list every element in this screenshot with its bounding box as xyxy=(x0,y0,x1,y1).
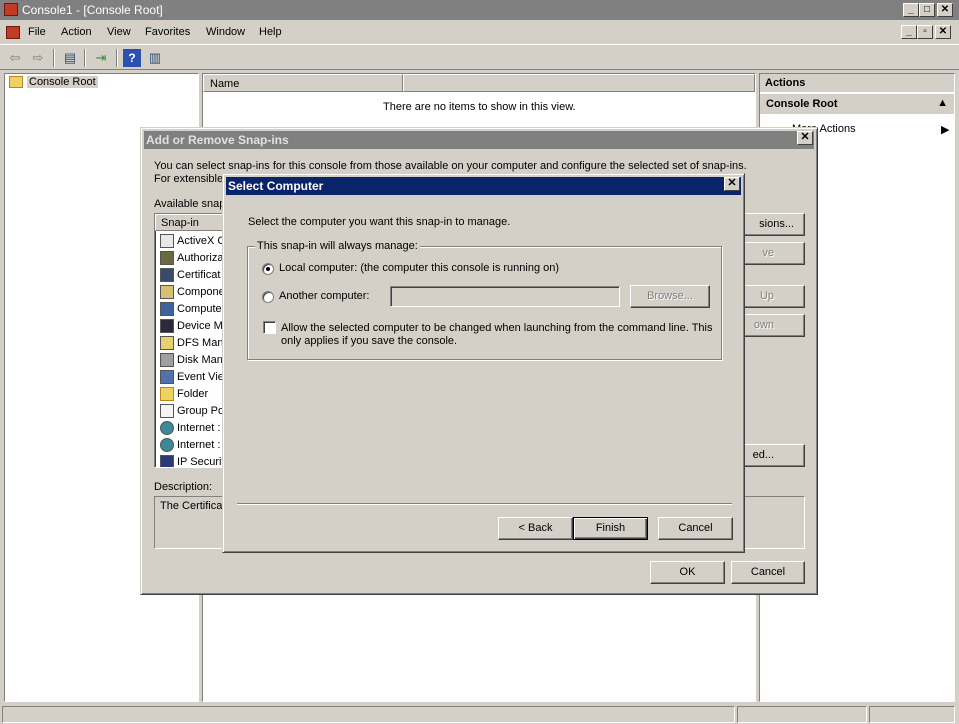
export-list-icon[interactable]: ⇥ xyxy=(92,49,110,67)
button-separator xyxy=(237,503,732,505)
select-computer-title-bar: Select Computer xyxy=(226,177,741,195)
snapins-cancel-button[interactable]: Cancel xyxy=(731,561,805,584)
menu-window[interactable]: Window xyxy=(206,26,245,38)
menu-action[interactable]: Action xyxy=(61,26,92,38)
status-cell-3 xyxy=(869,706,955,723)
help-icon[interactable]: ? xyxy=(123,49,141,67)
snapins-dialog-title-bar: Add or Remove Snap-ins xyxy=(144,131,814,149)
actions-header: Actions xyxy=(760,74,954,92)
submenu-arrow-icon: ▶ xyxy=(941,124,950,136)
empty-list-message: There are no items to show in this view. xyxy=(383,101,576,113)
menu-bar: File Action View Favorites Window Help _… xyxy=(0,21,959,43)
select-computer-prompt: Select the computer you want this snap-i… xyxy=(248,216,511,228)
menu-help[interactable]: Help xyxy=(259,26,282,38)
maximize-icon[interactable]: □ xyxy=(919,3,935,17)
computer-management-icon xyxy=(160,302,174,316)
snapins-close-icon[interactable]: ✕ xyxy=(797,131,813,145)
child-restore-icon[interactable]: ▫ xyxy=(917,25,933,39)
close-icon[interactable]: ✕ xyxy=(937,3,953,17)
column-header-blank[interactable] xyxy=(403,74,755,92)
toolbar-separator xyxy=(84,49,86,67)
back-button[interactable]: < Back xyxy=(498,517,573,540)
toolbar-separator xyxy=(116,49,118,67)
event-viewer-icon xyxy=(160,370,174,384)
select-computer-close-icon[interactable]: ✕ xyxy=(724,177,740,191)
snapins-dialog-title: Add or Remove Snap-ins xyxy=(146,133,289,147)
child-minimize-icon[interactable]: _ xyxy=(901,25,917,39)
toolbar: ⇦ ⇨ ▤ ⇥ ? ▥ xyxy=(0,44,959,70)
another-computer-label[interactable]: Another computer: xyxy=(279,290,370,302)
window-title: Console1 - [Console Root] xyxy=(22,3,163,17)
status-cell-2 xyxy=(737,706,867,723)
certificates-icon xyxy=(160,268,174,282)
folder-icon xyxy=(9,76,23,88)
actions-section-label: Console Root xyxy=(766,98,838,110)
back-arrow-icon[interactable]: ⇦ xyxy=(6,49,24,67)
collapse-arrow-icon[interactable]: ▲ xyxy=(937,97,948,109)
folder-icon xyxy=(160,387,174,401)
minimize-icon[interactable]: _ xyxy=(903,3,919,17)
menu-view[interactable]: View xyxy=(107,26,131,38)
tree-item-console-root[interactable]: Console Root xyxy=(27,76,98,88)
console-icon[interactable] xyxy=(6,26,20,39)
forward-arrow-icon[interactable]: ⇨ xyxy=(29,49,47,67)
activex-icon xyxy=(160,234,174,248)
select-computer-title: Select Computer xyxy=(228,179,324,193)
local-computer-label[interactable]: Local computer: (the computer this conso… xyxy=(279,262,559,274)
show-hide-action-pane-icon[interactable]: ▥ xyxy=(146,49,164,67)
device-manager-icon xyxy=(160,319,174,333)
group-policy-icon xyxy=(160,404,174,418)
local-computer-radio[interactable] xyxy=(262,263,274,275)
allow-change-label-line2[interactable]: only applies if you save the console. xyxy=(281,335,457,347)
authorization-icon xyxy=(160,251,174,265)
manage-group-label: This snap-in will always manage: xyxy=(255,240,420,252)
main-title-bar: Console1 - [Console Root] _ □ ✕ xyxy=(0,0,959,20)
allow-change-checkbox[interactable] xyxy=(263,321,276,334)
another-computer-radio[interactable] xyxy=(262,291,274,303)
component-services-icon xyxy=(160,285,174,299)
ip-security-icon xyxy=(160,455,174,467)
menu-file[interactable]: File xyxy=(28,26,46,38)
description-text: The Certificat xyxy=(160,500,226,512)
description-label: Description: xyxy=(154,481,213,493)
show-hide-tree-icon[interactable]: ▤ xyxy=(61,49,79,67)
status-bar xyxy=(0,704,959,724)
dfs-icon xyxy=(160,336,174,350)
mmc-app-icon xyxy=(4,3,18,16)
toolbar-separator xyxy=(53,49,55,67)
browse-button[interactable]: Browse... xyxy=(630,285,710,308)
internet-icon xyxy=(160,438,174,452)
internet-icon xyxy=(160,421,174,435)
ok-button[interactable]: OK xyxy=(650,561,725,584)
menu-favorites[interactable]: Favorites xyxy=(145,26,190,38)
disk-management-icon xyxy=(160,353,174,367)
available-snapins-label: Available snap xyxy=(154,198,226,210)
select-computer-dialog: Select Computer ✕ Select the computer yo… xyxy=(222,173,745,553)
actions-section-console-root[interactable]: Console Root ▲ xyxy=(760,94,954,114)
allow-change-label-line1[interactable]: Allow the selected computer to be change… xyxy=(281,322,713,334)
status-cell-main xyxy=(2,706,735,723)
child-close-icon[interactable]: ✕ xyxy=(935,25,951,39)
select-computer-cancel-button[interactable]: Cancel xyxy=(658,517,733,540)
finish-button[interactable]: Finish xyxy=(573,517,648,540)
column-header-name[interactable]: Name xyxy=(203,74,403,92)
another-computer-input[interactable] xyxy=(390,286,620,307)
